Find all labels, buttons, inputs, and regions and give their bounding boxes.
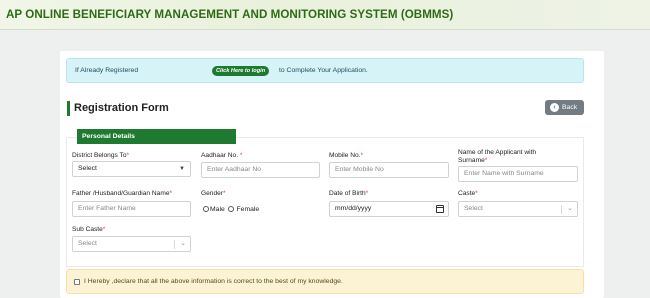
district-select[interactable]: Select ▼ [72, 161, 191, 177]
caste-label: Caste* [458, 190, 478, 197]
caste-select[interactable]: Select ⌄ [458, 201, 578, 217]
mobile-label: Mobile No.* [329, 152, 364, 159]
father-name-input[interactable]: Enter Father Name [72, 201, 191, 217]
declaration-checkbox[interactable] [74, 279, 80, 285]
gender-male-radio[interactable] [203, 205, 209, 212]
applicant-name-label: Name of the Applicant with Surname* [458, 149, 537, 164]
back-button[interactable]: ‹ Back [545, 100, 584, 115]
login-alert-prefix: If Already Registered [75, 67, 139, 74]
gender-male-label: Male [210, 206, 225, 213]
gender-female-label: Female [236, 206, 260, 213]
app-header: AP ONLINE BENEFICIARY MANAGEMENT AND MON… [0, 0, 650, 30]
app-title: AP ONLINE BENEFICIARY MANAGEMENT AND MON… [6, 8, 454, 21]
dob-input[interactable]: mm/dd/yyyy [329, 201, 449, 217]
subcaste-label: Sub Caste* [72, 226, 106, 233]
select-divider [561, 205, 562, 214]
aadhaar-label: Aadhaar No. * [201, 152, 243, 159]
father-name-label: Father /Husband/Guardian Name* [72, 190, 173, 197]
select-divider [174, 240, 175, 249]
subcaste-select[interactable]: Select ⌄ [72, 236, 191, 252]
declaration-box: I Hereby ,declare that all the above inf… [66, 269, 584, 294]
dob-label: Date of Birth* [329, 190, 369, 197]
chevron-down-icon: ⌄ [567, 205, 573, 212]
district-label: District Belongs To* [72, 152, 130, 159]
chevron-down-icon: ▼ [179, 166, 185, 172]
calendar-icon[interactable] [436, 205, 444, 213]
arrow-left-icon: ‹ [550, 103, 559, 112]
chevron-down-icon: ⌄ [180, 240, 186, 247]
declaration-text: I Hereby ,declare that all the above inf… [84, 278, 343, 285]
back-button-label: Back [562, 104, 578, 111]
section-title: Personal Details [77, 129, 236, 144]
gender-female-radio[interactable] [227, 205, 234, 212]
login-alert-suffix: to Complete Your Application. [279, 67, 368, 74]
applicant-name-input[interactable]: Enter Name with Surname [458, 166, 578, 182]
page-title: Registration Form [67, 101, 169, 116]
login-button[interactable]: Click Here to login [212, 66, 270, 76]
mobile-input[interactable]: Enter Mobile No [329, 162, 449, 178]
aadhaar-input[interactable]: Enter Aadhaar No [201, 162, 320, 178]
gender-label: Gender* [201, 190, 226, 197]
gender-options: Male Female [203, 205, 259, 214]
login-alert: If Already Registered Click Here to logi… [66, 58, 584, 83]
